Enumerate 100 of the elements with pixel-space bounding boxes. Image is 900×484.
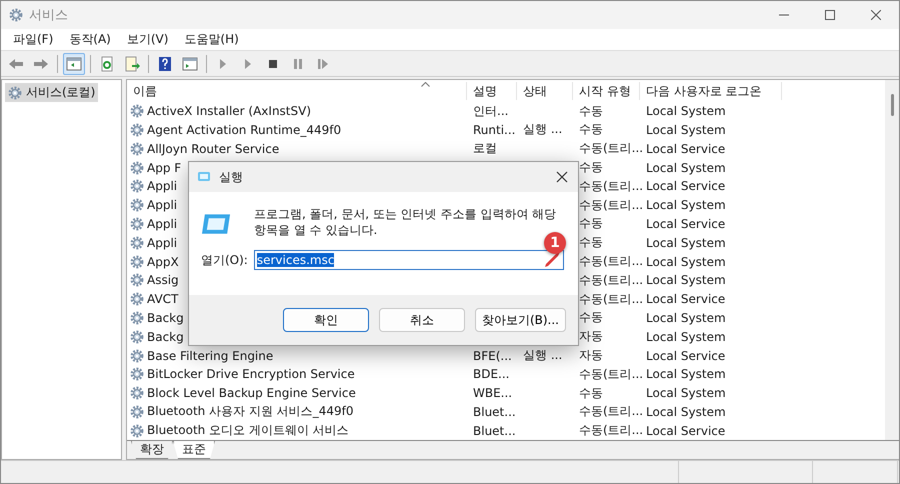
service-name: AllJoyn Router Service <box>146 142 280 156</box>
service-gear-icon <box>130 424 144 438</box>
startup-type: 수동 <box>578 159 604 176</box>
open-field[interactable]: services.msc <box>254 250 564 270</box>
logon-account: Local Service <box>645 424 726 438</box>
service-description: BDE... <box>472 367 510 382</box>
column-header[interactable]: 설명 <box>467 82 517 100</box>
dialog-title: 실행 <box>219 168 243 186</box>
logon-account: Local Service <box>645 292 726 306</box>
service-name: Appli <box>146 198 178 212</box>
startup-type: 수동(트리... <box>578 272 640 289</box>
service-name: Appli <box>146 236 178 250</box>
startup-type: 수동 <box>578 384 604 402</box>
open-label: 열기(O): <box>201 252 248 268</box>
service-name: Bluetooth 오디오 게이트웨이 서비스 <box>146 422 349 440</box>
run-icon <box>197 171 211 183</box>
menu-item[interactable]: 파일(F) <box>5 31 62 48</box>
service-description: 로컬 <box>472 140 498 158</box>
service-name: Base Filtering Engine <box>146 348 274 363</box>
startup-type: 수동 <box>578 102 604 120</box>
service-description: Bluet... <box>472 404 517 419</box>
service-gear-icon <box>130 216 144 231</box>
app-icon <box>9 8 23 22</box>
service-name: Appli <box>146 216 178 231</box>
service-gear-icon <box>130 330 144 344</box>
service-name: Bluetooth 사용자 지원 서비스_449f0 <box>146 403 354 420</box>
startup-type: 수동(트리... <box>578 178 640 195</box>
startup-type: 수동 <box>578 309 604 326</box>
service-gear-icon <box>130 386 144 400</box>
logon-account: Local System <box>645 104 727 118</box>
logon-account: Local System <box>645 367 727 382</box>
startup-type: 수동(트리... <box>578 403 640 420</box>
service-name: AppX <box>146 254 179 269</box>
service-gear-icon <box>130 198 144 212</box>
run-icon <box>201 212 232 236</box>
service-gear-icon <box>130 179 144 194</box>
sidebar-item[interactable]: 서비스(로컬) <box>5 83 98 102</box>
service-gear-icon <box>130 292 144 306</box>
logon-account: Local System <box>645 236 727 250</box>
startup-type: 수동(트리... <box>578 253 640 270</box>
startup-type: 자동 <box>578 347 604 364</box>
service-gear-icon <box>130 404 144 419</box>
startup-type: 수동 <box>578 234 604 252</box>
service-name: ActiveX Installer (AxInstSV) <box>146 104 312 118</box>
view-tab[interactable]: 표준 <box>173 441 215 459</box>
dialog-button[interactable]: 확인 <box>282 308 369 332</box>
menu-item[interactable]: 동작(A) <box>61 31 119 48</box>
console-tree-icon[interactable] <box>63 52 85 74</box>
service-gear-icon <box>130 367 144 382</box>
service-name: Appli <box>146 179 178 194</box>
startup-type: 수동(트리... <box>578 290 640 308</box>
gear-icon <box>8 86 22 100</box>
startup-type: 수동(트리... <box>578 140 640 158</box>
service-name: Block Level Backup Engine Service <box>146 386 356 400</box>
service-name: Backg <box>146 310 184 325</box>
startup-type: 수동(트리... <box>578 196 640 214</box>
service-name: AVCT <box>146 292 178 306</box>
column-header[interactable]: 상태 <box>517 82 573 100</box>
logon-account: Local System <box>645 386 727 400</box>
column-header[interactable]: 시작 유형 <box>573 82 640 100</box>
service-gear-icon <box>130 104 144 118</box>
service-description: BFE(... <box>472 348 513 363</box>
service-gear-icon <box>130 142 144 156</box>
service-gear-icon <box>130 160 144 175</box>
startup-type: 수동(트리... <box>578 422 640 440</box>
close-icon[interactable] <box>871 10 881 20</box>
sort-caret-icon <box>421 82 430 87</box>
startup-type: 수동 <box>578 215 604 232</box>
service-gear-icon <box>130 254 144 269</box>
column-header[interactable]: 다음 사용자로 로그온 <box>640 82 782 100</box>
logon-account: Local Service <box>645 216 726 231</box>
logon-account: Local System <box>645 310 727 325</box>
logon-account: Local Service <box>645 142 726 156</box>
service-name: Backg <box>146 330 184 344</box>
view-tab[interactable]: 확장 <box>131 441 173 459</box>
menu-item[interactable]: 보기(V) <box>118 31 176 48</box>
service-gear-icon <box>130 122 144 137</box>
service-name: BitLocker Drive Encryption Service <box>146 367 355 382</box>
close-icon[interactable] <box>556 171 568 183</box>
startup-type: 자동 <box>578 328 604 346</box>
logon-account: Local Service <box>645 348 726 363</box>
window-title: 서비스 <box>29 7 68 24</box>
startup-type: 수동 <box>578 121 604 138</box>
logon-account: Local System <box>645 122 727 137</box>
startup-type: 수동(트리... <box>578 366 640 383</box>
service-gear-icon <box>130 348 144 363</box>
logon-account: Local System <box>645 404 727 419</box>
service-name: Agent Activation Runtime_449f0 <box>146 122 342 137</box>
column-header[interactable]: 이름 <box>127 82 467 100</box>
logon-account: Local System <box>645 254 727 269</box>
logon-account: Local System <box>645 160 727 175</box>
pointer-arrow-icon <box>544 252 562 268</box>
scrollbar[interactable] <box>885 80 899 440</box>
dialog-button[interactable]: 취소 <box>378 308 465 332</box>
menu-item[interactable]: 도움말(H) <box>176 31 247 48</box>
service-gear-icon <box>130 310 144 325</box>
logon-account: Local System <box>645 330 727 344</box>
maximize-icon[interactable] <box>825 10 835 20</box>
dialog-button[interactable]: 찾아보기(B)... <box>474 308 566 332</box>
service-status: 실행 ... <box>522 347 564 364</box>
